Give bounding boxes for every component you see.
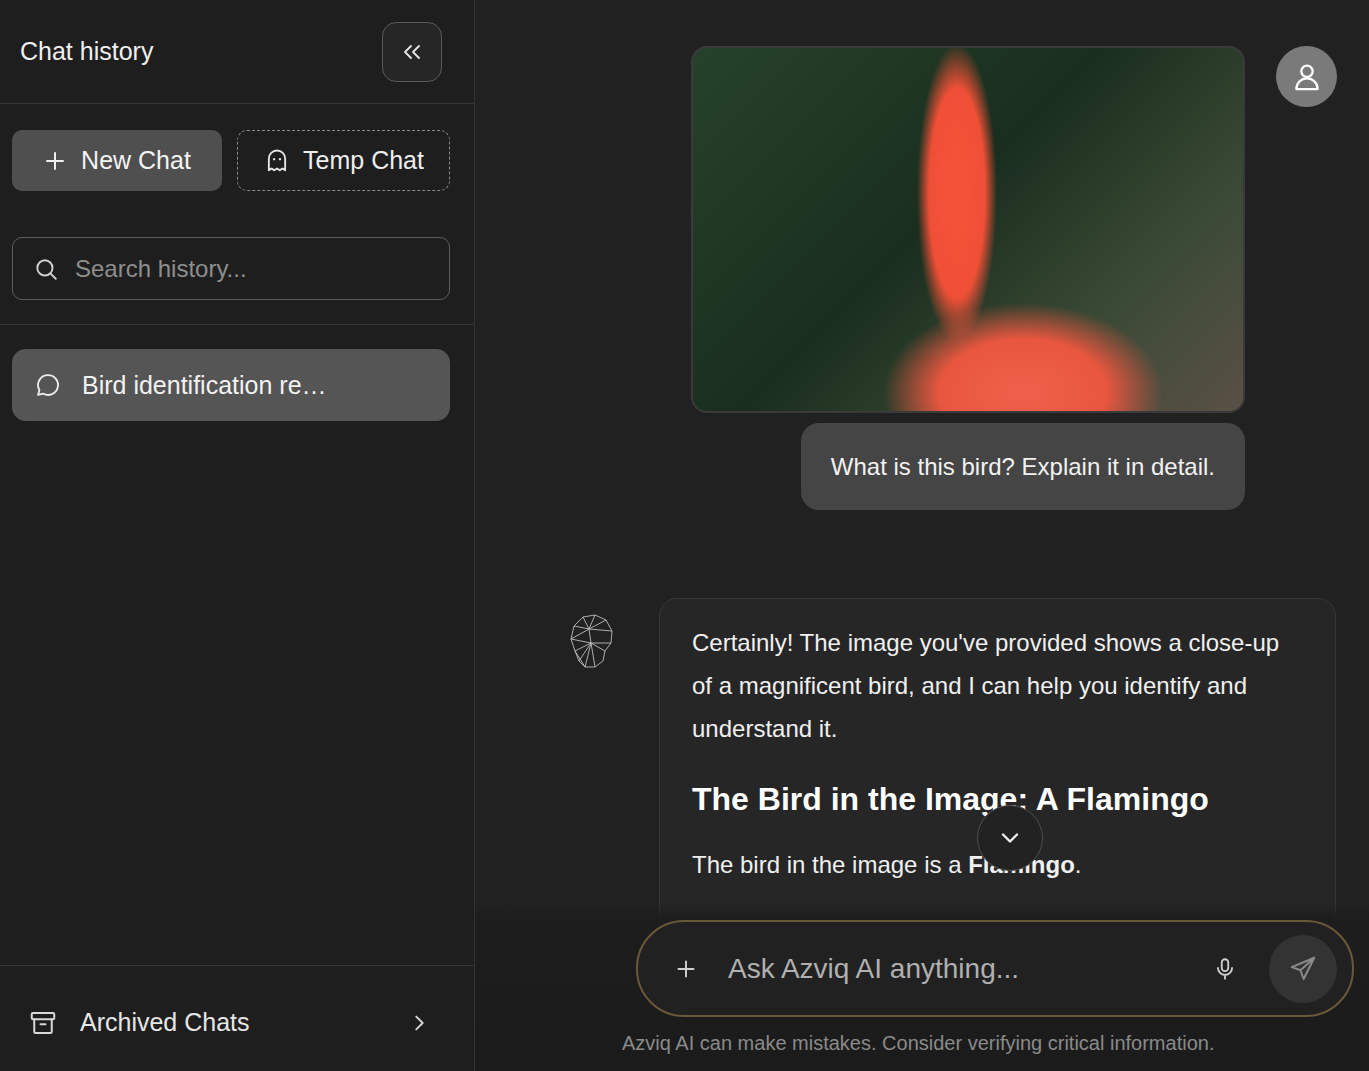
plus-icon — [673, 956, 699, 982]
user-avatar[interactable] — [1276, 46, 1337, 107]
archived-chats-row[interactable]: Archived Chats — [0, 965, 474, 1071]
search-icon — [33, 256, 59, 282]
text-run: . — [1075, 851, 1082, 878]
message-input[interactable] — [720, 953, 1191, 985]
sidebar-top: New Chat Temp Chat — [0, 104, 474, 325]
user-message: What is this bird? Explain it in detail. — [475, 46, 1369, 510]
new-chat-label: New Chat — [81, 146, 191, 175]
archived-chats-label: Archived Chats — [80, 1008, 386, 1037]
double-chevron-left-icon — [400, 40, 424, 64]
chevron-down-icon — [996, 824, 1024, 852]
user-bubble: What is this bird? Explain it in detail. — [801, 423, 1245, 510]
search-input[interactable] — [73, 254, 429, 284]
history-list: Bird identification re… — [0, 325, 474, 421]
new-chat-button[interactable]: New Chat — [12, 130, 222, 191]
person-icon — [1290, 60, 1324, 94]
plus-icon — [43, 149, 67, 173]
composer — [636, 920, 1354, 1017]
assistant-paragraph: Certainly! The image you've provided sho… — [692, 621, 1303, 750]
temp-chat-label: Temp Chat — [303, 146, 424, 175]
sidebar-actions: New Chat Temp Chat — [12, 130, 450, 191]
chat-bubble-icon — [34, 371, 62, 399]
scroll-down-button[interactable] — [977, 805, 1043, 871]
microphone-button[interactable] — [1205, 949, 1245, 989]
disclaimer: Azviq AI can make mistakes. Consider ver… — [622, 1031, 1354, 1055]
ghost-icon — [263, 147, 291, 175]
attach-button[interactable] — [666, 949, 706, 989]
sidebar: Chat history New Chat Temp Chat Bird identi… — [0, 0, 475, 1071]
collapse-button[interactable] — [382, 22, 442, 82]
archive-icon — [28, 1008, 58, 1038]
microphone-icon — [1212, 956, 1238, 982]
message-thread: What is this bird? Explain it in detail.… — [475, 0, 1369, 1047]
ai-head-icon — [565, 611, 615, 671]
flamingo-photo[interactable] — [691, 46, 1245, 413]
search-field[interactable] — [12, 237, 450, 300]
chat-area: What is this bird? Explain it in detail.… — [475, 0, 1369, 1071]
chevron-right-icon — [408, 1012, 430, 1034]
history-item-label: Bird identification re… — [82, 371, 327, 400]
text-run: The Bird in the Image: A Flamingo — [692, 781, 1209, 817]
paper-plane-icon — [1288, 954, 1318, 984]
user-message-content: What is this bird? Explain it in detail. — [691, 46, 1245, 510]
send-button[interactable] — [1269, 935, 1337, 1003]
history-item[interactable]: Bird identification re… — [12, 349, 450, 421]
app: Chat history New Chat Temp Chat Bird identi… — [0, 0, 1369, 1071]
sidebar-title: Chat history — [20, 37, 153, 66]
composer-area: Azviq AI can make mistakes. Consider ver… — [475, 901, 1369, 1071]
sidebar-header: Chat history — [0, 0, 474, 104]
sidebar-spacer — [0, 421, 474, 965]
temp-chat-button[interactable]: Temp Chat — [237, 130, 450, 191]
text-run: The bird in the image is a — [692, 851, 968, 878]
text-run: Certainly! The image you've provided sho… — [692, 629, 1279, 742]
